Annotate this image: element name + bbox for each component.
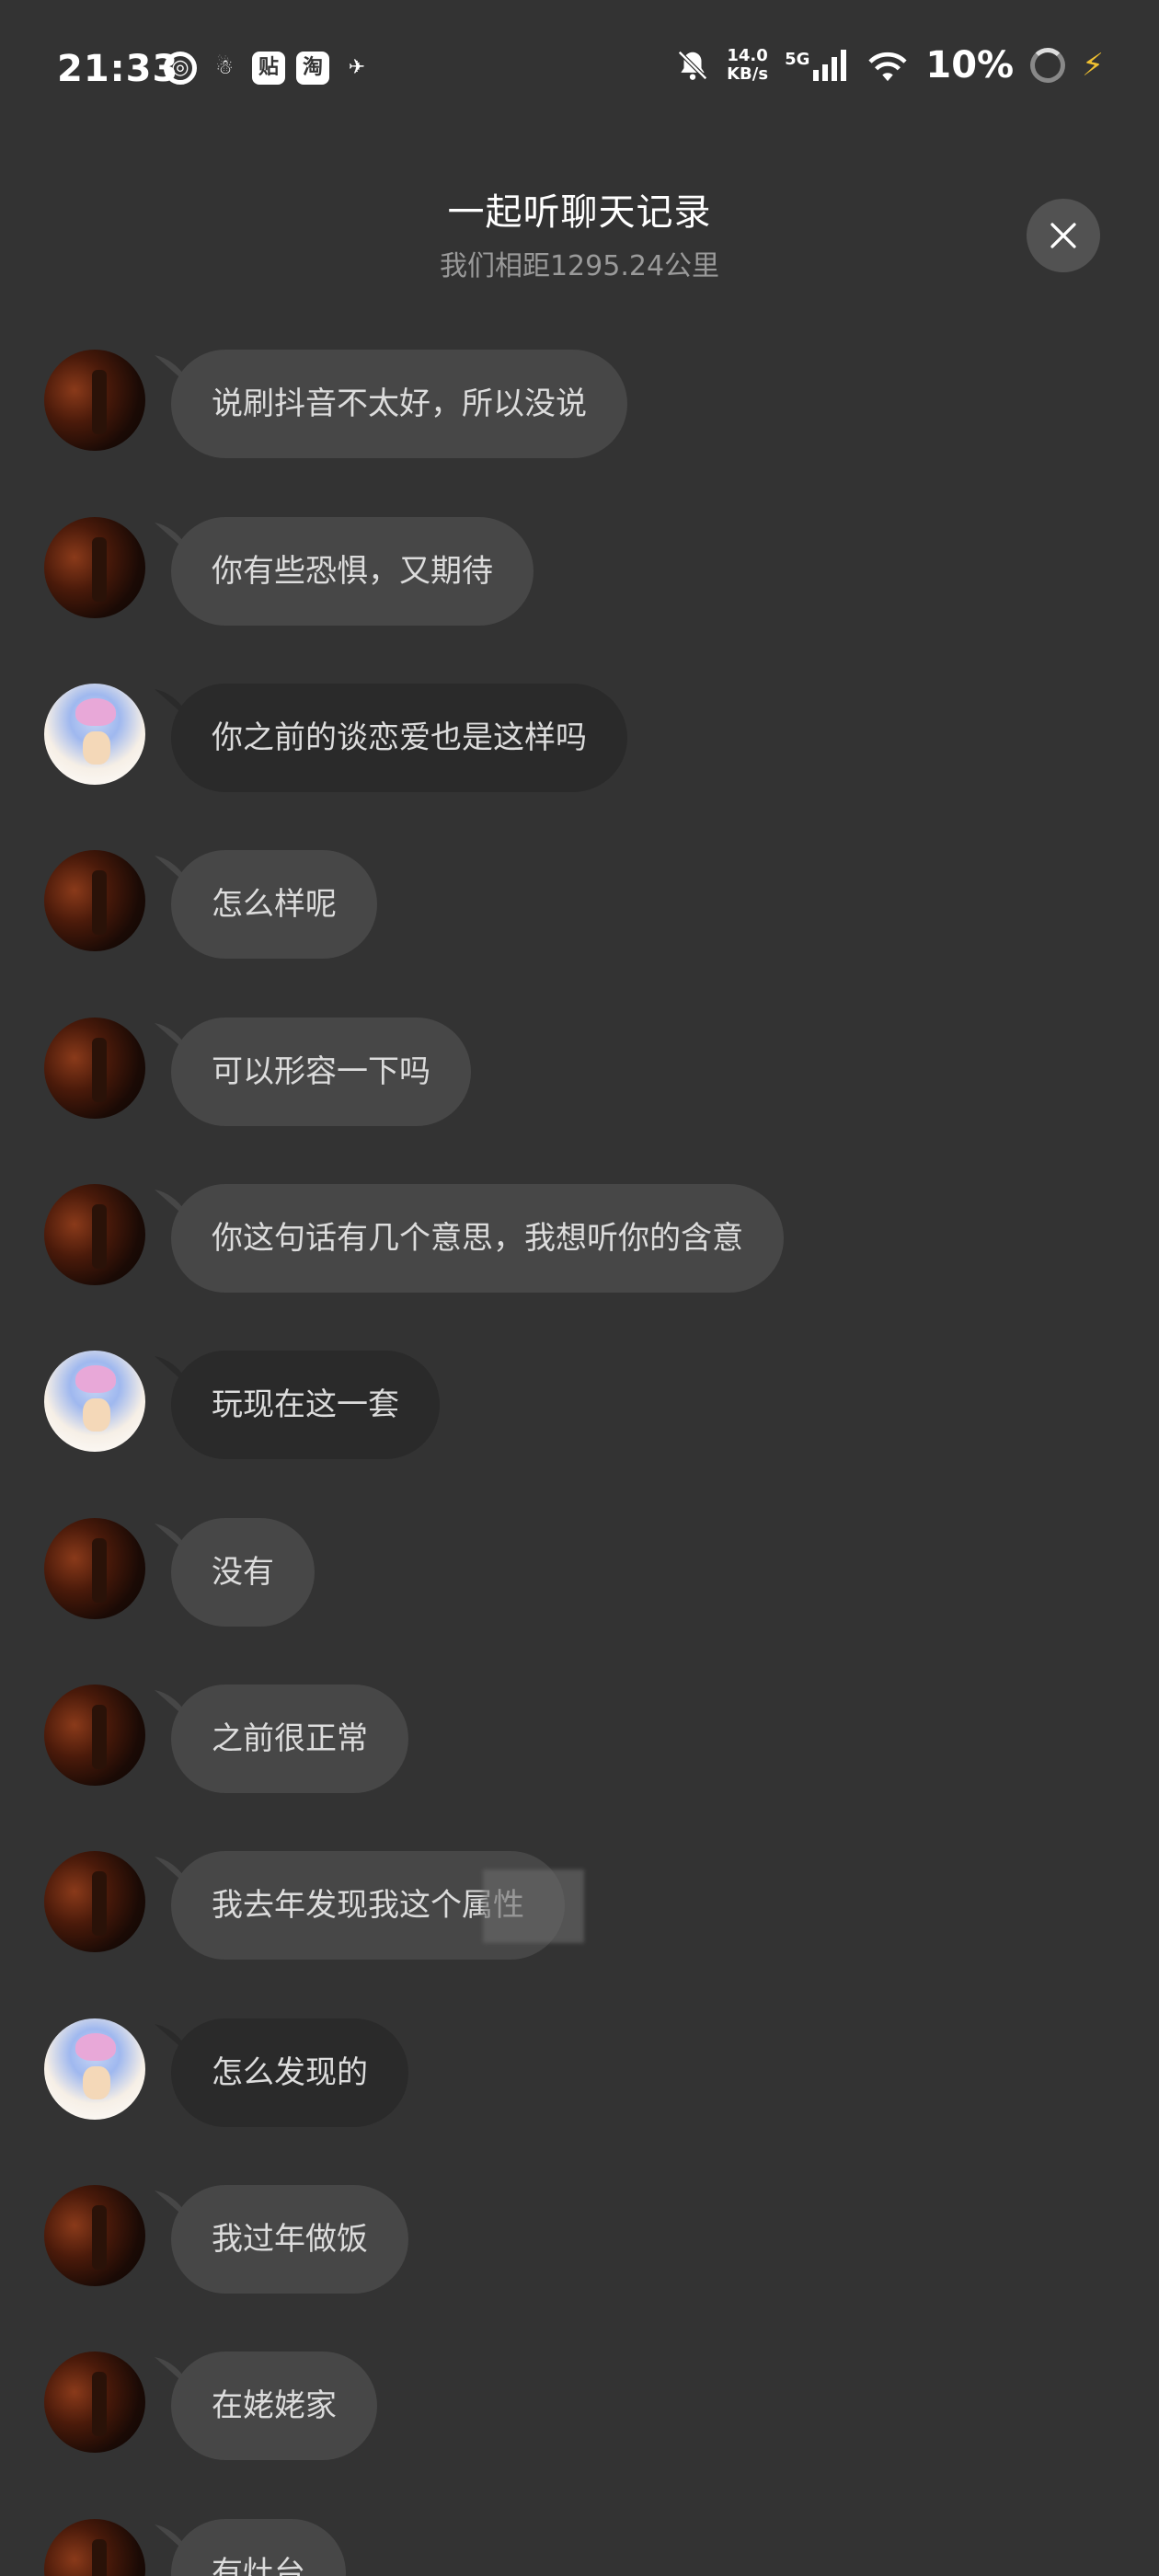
- message-bubble[interactable]: 没有: [171, 1518, 315, 1627]
- avatar[interactable]: [44, 2018, 145, 2120]
- net-speed-value: 14.0: [727, 46, 768, 65]
- notification-app-icon: ◎: [164, 52, 197, 85]
- avatar[interactable]: [44, 2352, 145, 2453]
- message-bubble[interactable]: 玩现在这一套: [171, 1351, 440, 1459]
- notification-app-icon: ☃: [215, 56, 234, 79]
- net-speed-unit: KB/s: [727, 64, 769, 84]
- battery-ring-icon: [1030, 48, 1066, 83]
- chat-message: 你这句话有几个意思，我想听你的含意: [0, 1184, 1159, 1294]
- avatar[interactable]: [44, 1851, 145, 1952]
- wifi-icon: [868, 52, 908, 82]
- chat-message: 怎么样呢: [0, 850, 1159, 960]
- net-speed: 14.0 KB/s: [727, 47, 768, 84]
- chat-message: 你有些恐惧，又期待: [0, 517, 1159, 627]
- chat-message: 我去年发现我这个属性: [0, 1851, 1159, 1961]
- watermark-overlay: [483, 1869, 584, 1943]
- message-bubble[interactable]: 有灶台: [171, 2519, 346, 2576]
- message-bubble[interactable]: 之前很正常: [171, 1685, 408, 1793]
- chat-message: 玩现在这一套: [0, 1351, 1159, 1461]
- network-type: 5G: [785, 50, 810, 69]
- chat-message: 你之前的谈恋爱也是这样吗: [0, 684, 1159, 794]
- avatar[interactable]: [44, 1518, 145, 1619]
- charging-icon: ⚡: [1082, 47, 1104, 84]
- avatar[interactable]: [44, 1351, 145, 1452]
- status-time: 21:33: [57, 48, 179, 90]
- avatar[interactable]: [44, 1018, 145, 1119]
- close-icon: [1050, 223, 1076, 248]
- battery-level: 10%: [925, 44, 1015, 86]
- tieba-app-icon: 贴: [252, 52, 285, 85]
- message-bubble[interactable]: 你之前的谈恋爱也是这样吗: [171, 684, 627, 792]
- chat-message: 我过年做饭: [0, 2185, 1159, 2295]
- distance-subtitle: 我们相距1295.24公里: [439, 250, 720, 282]
- avatar[interactable]: [44, 850, 145, 951]
- avatar[interactable]: [44, 350, 145, 451]
- avatar[interactable]: [44, 1685, 145, 1786]
- avatar[interactable]: [44, 517, 145, 618]
- avatar[interactable]: [44, 2185, 145, 2286]
- page-header: 一起听聊天记录 我们相距1295.24公里: [0, 175, 1159, 285]
- chat-message: 之前很正常: [0, 1685, 1159, 1795]
- avatar[interactable]: [44, 684, 145, 785]
- chat-message: 没有: [0, 1518, 1159, 1628]
- status-indicators: 14.0 KB/s 5G 10% ⚡: [675, 44, 1104, 86]
- chat-message: 在姥姥家: [0, 2352, 1159, 2462]
- chat-message: 有灶台: [0, 2519, 1159, 2576]
- message-bubble[interactable]: 我过年做饭: [171, 2185, 408, 2294]
- page-title: 一起听聊天记录: [447, 191, 712, 234]
- message-bubble[interactable]: 说刷抖音不太好，所以没说: [171, 350, 627, 458]
- message-bubble[interactable]: 可以形容一下吗: [171, 1018, 471, 1126]
- chat-message: 怎么发现的: [0, 2018, 1159, 2129]
- message-bubble[interactable]: 你这句话有几个意思，我想听你的含意: [171, 1184, 784, 1293]
- message-bubble[interactable]: 你有些恐惧，又期待: [171, 517, 534, 626]
- status-app-icons: ◎ ☃ 贴 淘 ✈: [164, 52, 373, 85]
- status-bar: 21:33 ◎ ☃ 贴 淘 ✈ 14.0 KB/s 5G 10% ⚡: [0, 0, 1159, 138]
- avatar[interactable]: [44, 1184, 145, 1285]
- avatar[interactable]: [44, 2519, 145, 2576]
- taobao-app-icon: 淘: [296, 52, 329, 85]
- mute-bell-icon: [678, 51, 708, 80]
- message-bubble[interactable]: 怎么发现的: [171, 2018, 408, 2127]
- message-bubble[interactable]: 怎么样呢: [171, 850, 377, 959]
- message-bubble[interactable]: 在姥姥家: [171, 2352, 377, 2460]
- close-button[interactable]: [1027, 199, 1100, 272]
- signal-icon: [813, 50, 847, 81]
- chat-message: 可以形容一下吗: [0, 1018, 1159, 1128]
- notification-app-icon: ✈: [348, 56, 366, 79]
- signal-group: 5G: [785, 50, 850, 81]
- chat-message: 说刷抖音不太好，所以没说: [0, 350, 1159, 460]
